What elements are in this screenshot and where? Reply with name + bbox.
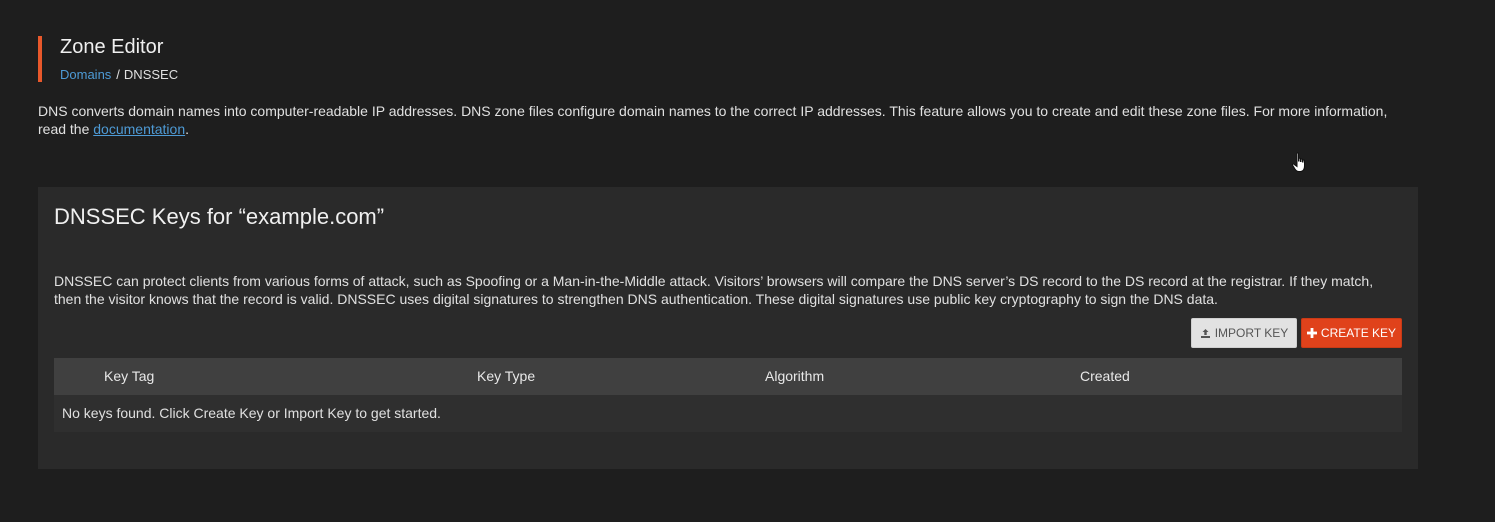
table-header: Key Tag Key Type Algorithm Created xyxy=(54,358,1402,395)
plus-icon xyxy=(1306,328,1317,338)
panel-title: DNSSEC Keys for “example.com” xyxy=(54,204,385,229)
intro-body: DNS converts domain names into computer-… xyxy=(38,103,1388,137)
import-key-label: IMPORT KEY xyxy=(1214,326,1289,340)
breadcrumb-separator: / xyxy=(116,67,120,82)
documentation-link[interactable]: documentation xyxy=(93,121,185,137)
import-key-button[interactable]: IMPORT KEY xyxy=(1191,318,1297,348)
dnssec-panel: DNSSEC Keys for “example.com” DNSSEC can… xyxy=(38,187,1418,469)
intro-text: DNS converts domain names into computer-… xyxy=(38,102,1418,138)
keys-table: Key Tag Key Type Algorithm Created No ke… xyxy=(54,358,1402,432)
empty-message: No keys found. Click Create Key or Impor… xyxy=(62,405,441,421)
breadcrumb-current: DNSSEC xyxy=(123,67,179,82)
column-header-key-type[interactable]: Key Type xyxy=(477,368,535,384)
hand-cursor-icon xyxy=(1291,152,1309,177)
upload-icon xyxy=(1200,328,1211,339)
column-header-key-tag[interactable]: Key Tag xyxy=(104,368,154,384)
column-header-created[interactable]: Created xyxy=(1080,368,1130,384)
breadcrumb: Domains / DNSSEC xyxy=(60,67,178,83)
page-title: Zone Editor xyxy=(60,36,164,58)
create-key-label: CREATE KEY xyxy=(1320,326,1397,340)
intro-suffix: . xyxy=(185,121,189,137)
column-header-algorithm[interactable]: Algorithm xyxy=(765,368,824,384)
page-header: Zone Editor Domains / DNSSEC xyxy=(38,36,178,82)
breadcrumb-link-domains[interactable]: Domains xyxy=(60,67,111,82)
panel-description: DNSSEC can protect clients from various … xyxy=(54,273,1374,307)
create-key-button[interactable]: CREATE KEY xyxy=(1301,318,1402,348)
table-empty-row: No keys found. Click Create Key or Impor… xyxy=(54,395,1402,432)
